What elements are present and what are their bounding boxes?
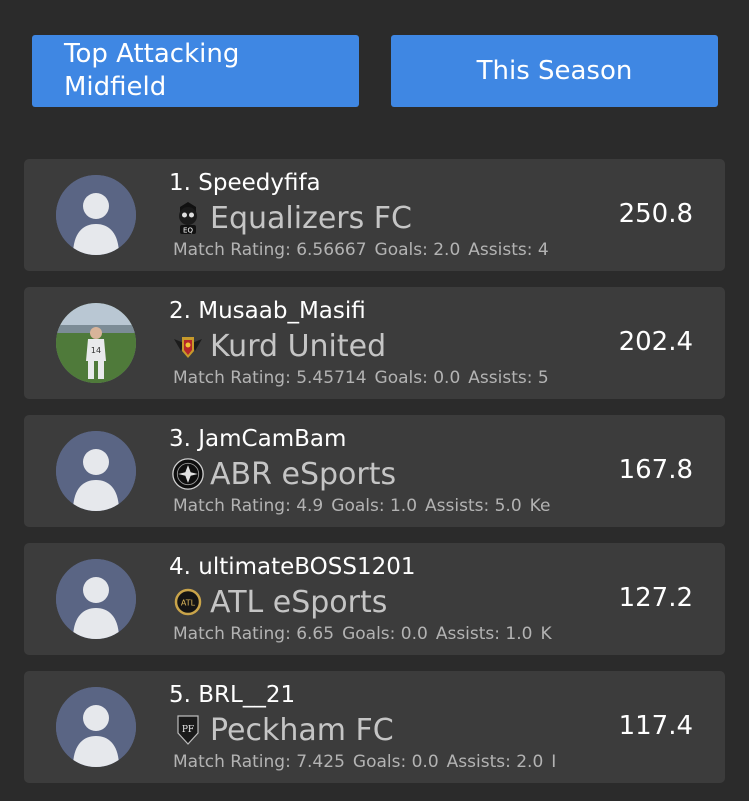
extra-stat: K	[540, 624, 552, 644]
round-black-crest-icon	[172, 456, 204, 492]
match-rating: Match Rating: 6.56667	[173, 240, 367, 260]
default-avatar-icon	[56, 175, 136, 255]
position-filter-button[interactable]: Top Attacking Midfield	[32, 35, 359, 107]
player-name: 1. Speedyfifa	[169, 170, 321, 196]
club-info: PF Peckham FC	[172, 711, 394, 749]
goals: Goals: 2.0	[374, 240, 461, 260]
stats-line: Match Rating: 6.56667 Goals: 2.0 Assists: …	[173, 240, 589, 260]
position-filter-label: Top Attacking Midfield	[64, 39, 240, 102]
match-rating: Match Rating: 6.65	[173, 624, 335, 644]
player-score: 250.8	[618, 199, 693, 229]
club-name: Kurd United	[210, 328, 387, 364]
match-rating: Match Rating: 5.45714	[173, 368, 367, 388]
assists: Assists: 5.0	[425, 496, 522, 516]
club-info: ABR eSports	[172, 455, 396, 493]
default-avatar-icon	[56, 431, 136, 511]
player-name: 5. BRL__21	[169, 682, 296, 708]
extra-stat: I	[551, 752, 557, 772]
goals: Goals: 0.0	[342, 624, 428, 644]
stats-line: Match Rating: 7.425 Goals: 0.0 Assists: 2.…	[173, 752, 599, 772]
player-score: 202.4	[618, 327, 693, 357]
winged-crest-icon	[172, 328, 204, 364]
player-row[interactable]: 5. BRL__21 PF Peckham FC Match Rating: 7…	[24, 671, 725, 783]
svg-text:14: 14	[91, 346, 101, 355]
svg-text:ATL: ATL	[181, 599, 196, 608]
extra-stat: Ke	[529, 496, 551, 516]
player-row[interactable]: 14 2. Musaab_Masifi Kurd United Match Ra…	[24, 287, 725, 399]
stats-line: Match Rating: 5.45714 Goals: 0.0 Assists: …	[173, 368, 589, 388]
assists: Assists: 2.0	[446, 752, 544, 772]
assists: Assists: 1.0	[435, 624, 533, 644]
period-filter-label: This Season	[476, 55, 633, 86]
period-filter-button[interactable]: This Season	[391, 35, 718, 107]
club-name: Peckham FC	[210, 712, 394, 748]
leaderboard-screen: Top Attacking Midfield This Season 1. Sp…	[0, 0, 749, 801]
stats-line: Match Rating: 4.9 Goals: 1.0 Assists: 5.0 K…	[173, 496, 595, 516]
club-name: ABR eSports	[210, 456, 397, 492]
player-score: 167.8	[618, 455, 693, 485]
svg-text:EQ: EQ	[183, 227, 193, 235]
goals: Goals: 0.0	[374, 368, 461, 388]
player-name: 3. JamCamBam	[169, 426, 347, 452]
player-row[interactable]: 4. ultimateBOSS1201 ATL ATL eSports Matc…	[24, 543, 725, 655]
stats-line: Match Rating: 6.65 Goals: 0.0 Assists: 1.0…	[173, 624, 597, 644]
skull-crest-icon: EQ	[172, 200, 204, 236]
default-avatar-icon	[56, 559, 136, 639]
player-name: 2. Musaab_Masifi	[169, 298, 366, 324]
assists: Assists: 5	[468, 368, 549, 388]
club-name: Equalizers FC	[210, 200, 412, 236]
match-rating: Match Rating: 7.425	[173, 752, 345, 772]
player-photo-avatar: 14	[56, 303, 136, 383]
player-row[interactable]: 1. Speedyfifa EQ Equalizers FC Match Rat…	[24, 159, 725, 271]
club-info: EQ Equalizers FC	[172, 199, 412, 237]
goals: Goals: 0.0	[352, 752, 439, 772]
gold-ring-crest-icon: ATL	[172, 584, 204, 620]
default-avatar-icon	[56, 687, 136, 767]
club-info: ATL ATL eSports	[172, 583, 387, 621]
match-rating: Match Rating: 4.9	[173, 496, 324, 516]
club-info: Kurd United	[172, 327, 386, 365]
player-name: 4. ultimateBOSS1201	[169, 554, 416, 580]
player-row[interactable]: 3. JamCamBam ABR eSports Match Rating: 4…	[24, 415, 725, 527]
goals: Goals: 1.0	[331, 496, 418, 516]
svg-text:PF: PF	[182, 725, 194, 735]
player-score: 127.2	[618, 583, 693, 613]
assists: Assists: 4	[468, 240, 549, 260]
player-score: 117.4	[618, 711, 693, 741]
club-name: ATL eSports	[210, 584, 388, 620]
pfc-monogram-crest-icon: PF	[172, 712, 204, 748]
